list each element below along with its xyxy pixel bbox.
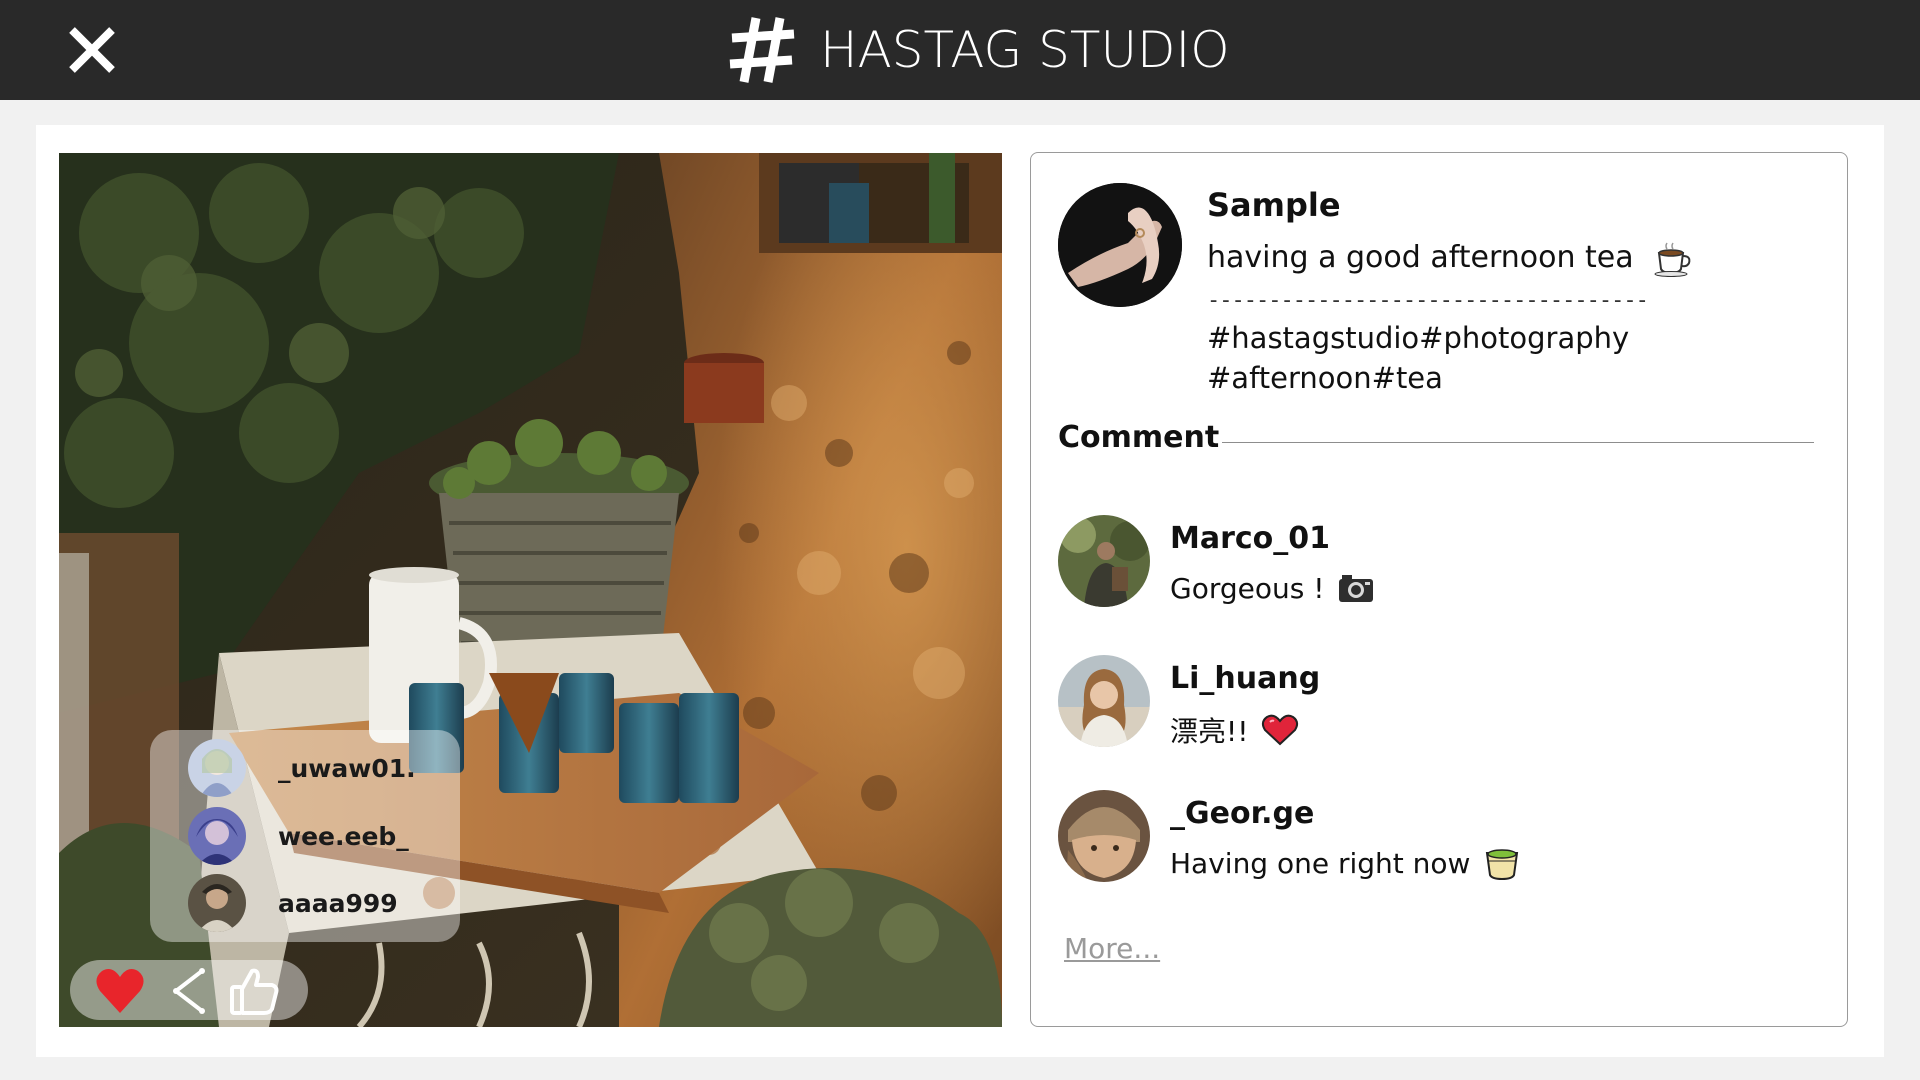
comment-item: Marco_01 Gorgeous ! xyxy=(1058,515,1818,611)
heart-icon xyxy=(96,969,144,1013)
viewers-panel: _uwaw01. wee.eeb_ aaaa999 xyxy=(150,730,460,942)
brand-name: HASTAG STUDIO xyxy=(820,21,1230,79)
comment-username[interactable]: Marco_01 xyxy=(1170,521,1330,556)
viewer-name: wee.eeb_ xyxy=(278,821,409,851)
share-icon xyxy=(173,968,205,1014)
comment-text: Having one right now xyxy=(1170,845,1522,881)
avatar xyxy=(188,739,246,797)
green-tea-icon xyxy=(1486,849,1519,881)
comment-username[interactable]: Li_huang xyxy=(1170,661,1320,696)
viewer-item[interactable]: wee.eeb_ xyxy=(188,806,409,866)
tea-cup-icon xyxy=(1654,242,1691,277)
avatar xyxy=(188,807,246,865)
action-bar xyxy=(70,960,308,1020)
viewer-item[interactable]: aaaa999 xyxy=(188,873,398,933)
close-button[interactable] xyxy=(62,22,122,78)
heart-icon xyxy=(1262,714,1299,746)
post-caption-text: having a good afternoon tea xyxy=(1207,240,1634,275)
comment-text-body: Having one right now xyxy=(1170,846,1471,880)
avatar[interactable] xyxy=(1058,790,1150,882)
camera-icon xyxy=(1339,575,1374,602)
thumbs-up-button[interactable] xyxy=(228,965,280,1017)
comment-text: Gorgeous ! xyxy=(1170,570,1376,606)
avatar[interactable] xyxy=(1058,515,1150,607)
viewer-name: _uwaw01. xyxy=(278,753,416,783)
comments-heading: Comment xyxy=(1058,420,1220,455)
thumbs-up-icon xyxy=(230,968,279,1015)
close-icon xyxy=(69,27,115,73)
hashtags-line[interactable]: #hastagstudio#photography xyxy=(1207,318,1667,358)
caption-separator: ----------------------------------------… xyxy=(1207,288,1647,313)
post-username[interactable]: Sample xyxy=(1207,186,1341,224)
hashtag-icon xyxy=(729,17,795,83)
avatar xyxy=(188,874,246,932)
avatar[interactable] xyxy=(1058,183,1182,307)
divider xyxy=(1222,442,1814,443)
brand: HASTAG STUDIO xyxy=(726,14,1230,86)
hashtags-line[interactable]: #afternoon#tea xyxy=(1207,358,1667,398)
comment-item: Li_huang 漂亮!! xyxy=(1058,655,1818,751)
viewer-item[interactable]: _uwaw01. xyxy=(188,738,416,798)
comment-text: 漂亮!! xyxy=(1170,710,1300,750)
comment-text-body: Gorgeous ! xyxy=(1170,571,1325,605)
viewer-name: aaaa999 xyxy=(278,888,398,918)
post-caption: having a good afternoon tea xyxy=(1207,240,1693,277)
comment-username[interactable]: _Geor.ge xyxy=(1170,796,1314,831)
comment-item: _Geor.ge Having one right now xyxy=(1058,790,1818,886)
post-photo[interactable]: _uwaw01. wee.eeb_ aaaa999 xyxy=(59,153,1002,1027)
post-hashtags: #hastagstudio#photography #afternoon#tea xyxy=(1207,318,1667,398)
like-button[interactable] xyxy=(94,965,146,1017)
avatar[interactable] xyxy=(1058,655,1150,747)
top-bar: HASTAG STUDIO xyxy=(0,0,1920,100)
more-comments-link[interactable]: More... xyxy=(1064,932,1160,965)
comment-text-body: 漂亮!! xyxy=(1170,715,1249,748)
share-button[interactable] xyxy=(164,965,216,1017)
